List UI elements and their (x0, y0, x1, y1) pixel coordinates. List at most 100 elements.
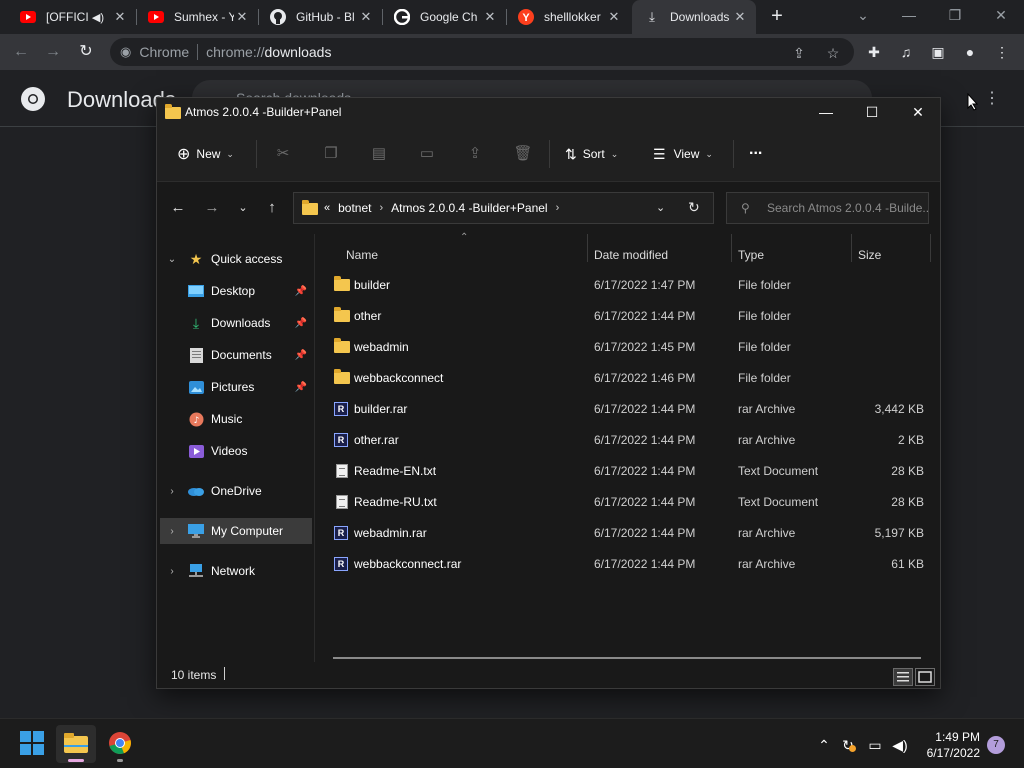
copy-icon[interactable]: ❐ (321, 144, 341, 164)
cut-icon[interactable]: ✂ (273, 144, 293, 164)
share-icon[interactable]: ⇪ (465, 144, 485, 164)
file-row[interactable]: R webbackconnect.rar 6/17/2022 1:44 PM r… (324, 549, 934, 580)
close-icon[interactable]: ✕ (112, 9, 128, 25)
display-icon[interactable]: ▭ (866, 736, 884, 754)
chevron-down-icon[interactable]: ⌄ (656, 201, 665, 214)
pin-icon[interactable]: 📌 (295, 350, 307, 361)
show-hidden-icons-chevron-icon[interactable]: ⌃ (815, 736, 833, 754)
forward-arrow-icon[interactable]: → (40, 39, 66, 65)
file-row[interactable]: webbackconnect 6/17/2022 1:46 PM File fo… (324, 363, 934, 394)
recent-locations-chevron-icon[interactable]: ⌄ (232, 197, 254, 219)
address-bar[interactable]: ◉ Chrome chrome://downloads ⇪ ☆ (110, 38, 854, 66)
file-row[interactable]: R other.rar 6/17/2022 1:44 PM rar Archiv… (324, 425, 934, 456)
nav-videos[interactable]: Videos (160, 438, 312, 464)
address-breadcrumb[interactable]: « botnet › Atmos 2.0.0.4 -Builder+Panel … (293, 192, 714, 224)
clock[interactable]: 1:49 PM 6/17/2022 (920, 729, 980, 761)
close-icon[interactable]: ✕ (358, 9, 374, 25)
sync-icon[interactable]: ↻ (839, 736, 857, 754)
nav-documents[interactable]: Documents 📌 (160, 342, 312, 368)
notification-badge[interactable]: 7 (987, 736, 1005, 754)
side-panel-icon[interactable]: ▣ (928, 42, 948, 62)
explorer-titlebar[interactable]: Atmos 2.0.0.4 -Builder+Panel — ☐ ✕ (157, 98, 940, 126)
extensions-puzzle-icon[interactable]: ✚ (864, 42, 884, 62)
share-icon[interactable]: ⇪ (790, 44, 808, 62)
more-options-button[interactable]: ... (749, 138, 762, 162)
tab-google[interactable]: Google Ch ✕ (382, 0, 506, 34)
bookmark-star-icon[interactable]: ☆ (824, 44, 842, 62)
tab-github[interactable]: GitHub - Bl ✕ (258, 0, 382, 34)
tab-youtube-official[interactable]: [OFFICI ◀) ✕ (8, 0, 136, 34)
media-control-icon[interactable]: ♫ (896, 42, 916, 62)
large-icons-view-icon[interactable] (915, 668, 935, 686)
file-row[interactable]: Readme-EN.txt 6/17/2022 1:44 PM Text Doc… (324, 456, 934, 487)
close-window-icon[interactable]: ✕ (986, 4, 1016, 26)
nav-downloads[interactable]: ⤓ Downloads 📌 (160, 310, 312, 336)
speaker-icon[interactable]: ◀) (92, 11, 104, 24)
rename-icon[interactable]: ▭ (417, 144, 437, 164)
nav-onedrive[interactable]: › OneDrive (160, 478, 312, 504)
pin-icon[interactable]: 📌 (295, 318, 307, 329)
tab-sumhex[interactable]: Sumhex - Y ✕ (136, 0, 258, 34)
back-arrow-icon[interactable]: ← (167, 197, 189, 219)
chevron-down-icon[interactable]: ⌄ (165, 254, 179, 265)
tab-search-icon[interactable]: ⌄ (848, 4, 878, 26)
menu-kebab-icon[interactable]: ⋮ (984, 88, 1000, 108)
chevron-right-icon[interactable]: › (165, 526, 179, 537)
column-header-name[interactable]: Name (346, 248, 378, 262)
breadcrumb-botnet[interactable]: botnet (338, 201, 371, 215)
chevron-right-icon[interactable]: › (165, 566, 179, 577)
close-icon[interactable]: ✕ (482, 9, 498, 25)
taskbar-chrome[interactable] (100, 725, 140, 763)
nav-desktop[interactable]: Desktop 📌 (160, 278, 312, 304)
breadcrumb-current-folder[interactable]: Atmos 2.0.0.4 -Builder+Panel (391, 201, 547, 215)
file-row[interactable]: webadmin 6/17/2022 1:45 PM File folder (324, 332, 934, 363)
paste-icon[interactable]: ▤ (369, 144, 389, 164)
folder-search-input[interactable]: ⚲ Search Atmos 2.0.0.4 -Builde... (726, 192, 929, 224)
close-icon[interactable]: ✕ (234, 9, 250, 25)
back-arrow-icon[interactable]: ← (8, 39, 34, 65)
column-header-type[interactable]: Type (738, 248, 764, 262)
restore-icon[interactable]: ❐ (940, 4, 970, 26)
nav-my-computer[interactable]: › My Computer (160, 518, 312, 544)
profile-avatar-icon[interactable]: ● (960, 42, 980, 62)
file-row[interactable]: other 6/17/2022 1:44 PM File folder (324, 301, 934, 332)
column-header-date[interactable]: Date modified (594, 248, 668, 262)
chevron-right-icon[interactable]: › (165, 486, 179, 497)
chevron-right-icon[interactable]: › (380, 202, 384, 214)
breadcrumb-overflow[interactable]: « (324, 202, 330, 214)
close-icon[interactable]: ✕ (895, 98, 941, 126)
new-button[interactable]: ⊕ New ⌄ (177, 142, 234, 166)
horizontal-scrollbar[interactable] (333, 657, 921, 659)
chevron-right-icon[interactable]: › (556, 202, 560, 214)
nav-network[interactable]: › Network (160, 558, 312, 584)
minimize-icon[interactable]: — (894, 4, 924, 26)
reload-icon[interactable]: ↻ (73, 39, 99, 65)
nav-quick-access[interactable]: ⌄ ★ Quick access (160, 246, 312, 272)
file-row[interactable]: builder 6/17/2022 1:47 PM File folder (324, 270, 934, 301)
file-row[interactable]: R webadmin.rar 6/17/2022 1:44 PM rar Arc… (324, 518, 934, 549)
file-row[interactable]: Readme-RU.txt 6/17/2022 1:44 PM Text Doc… (324, 487, 934, 518)
minimize-icon[interactable]: — (803, 98, 849, 126)
view-button[interactable]: ☰ View ⌄ (653, 142, 713, 166)
tab-downloads[interactable]: ⤓ Downloads ✕ (632, 0, 756, 34)
tab-shelllokker[interactable]: Y shelllokker ✕ (506, 0, 630, 34)
close-icon[interactable]: ✕ (732, 9, 748, 25)
pin-icon[interactable]: 📌 (295, 382, 307, 393)
start-button[interactable] (12, 725, 52, 763)
refresh-icon[interactable]: ↻ (688, 199, 700, 216)
new-tab-button[interactable]: + (766, 6, 788, 27)
taskbar-file-explorer[interactable] (56, 725, 96, 763)
menu-kebab-icon[interactable]: ⋮ (992, 42, 1012, 62)
up-arrow-icon[interactable]: ↑ (261, 197, 283, 219)
nav-music[interactable]: ♪ Music (160, 406, 312, 432)
maximize-icon[interactable]: ☐ (849, 98, 895, 126)
pin-icon[interactable]: 📌 (295, 286, 307, 297)
volume-icon[interactable]: ◀) (891, 736, 909, 754)
nav-pictures[interactable]: Pictures 📌 (160, 374, 312, 400)
file-row[interactable]: R builder.rar 6/17/2022 1:44 PM rar Arch… (324, 394, 934, 425)
close-icon[interactable]: ✕ (606, 9, 622, 25)
delete-icon[interactable]: 🗑 (513, 144, 533, 164)
forward-arrow-icon[interactable]: → (201, 197, 223, 219)
column-header-size[interactable]: Size (858, 248, 881, 262)
sort-button[interactable]: ⇅ Sort ⌄ (565, 142, 618, 166)
